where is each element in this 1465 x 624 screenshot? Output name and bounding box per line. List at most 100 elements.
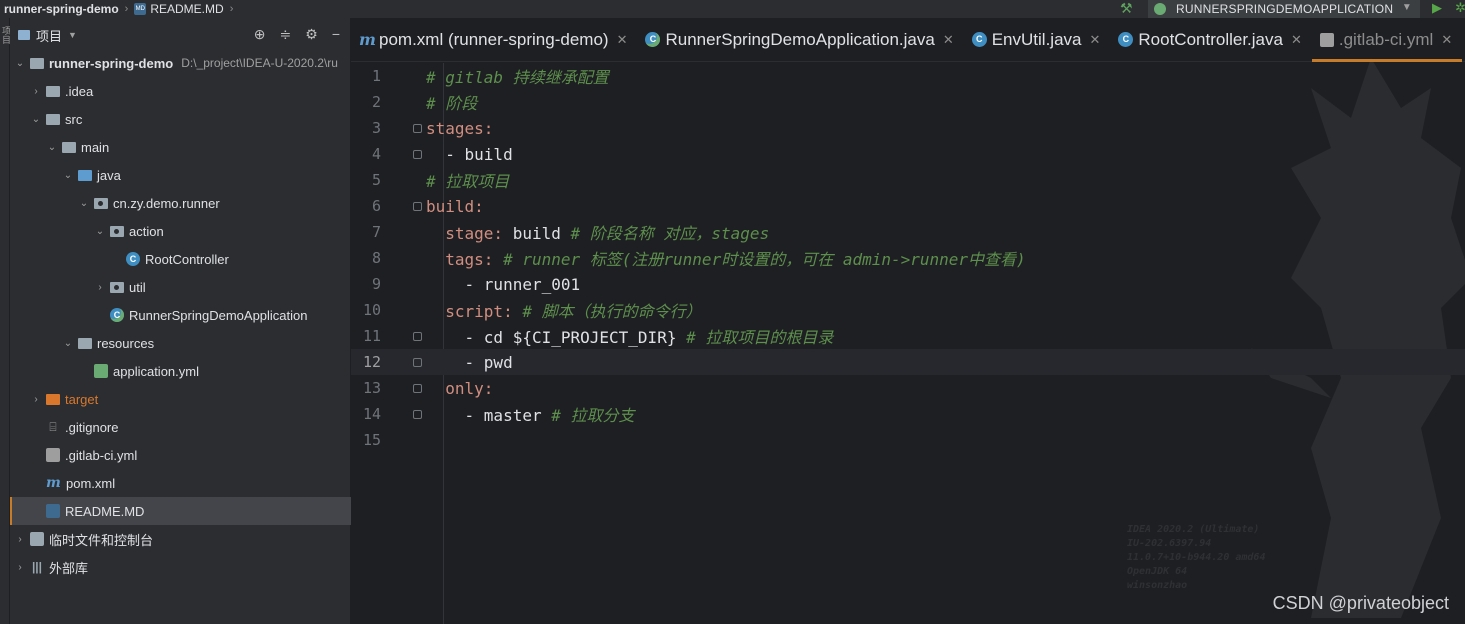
code-line: 1 # gitlab 持续继承配置 [351,63,1465,89]
chevron-down-icon: ▼ [1401,2,1412,13]
libraries-icon: ||| [31,560,43,574]
chevron-down-icon[interactable]: ⌄ [62,170,74,181]
tree-item-label: README.MD [65,503,145,519]
chevron-down-icon[interactable]: ⌄ [62,338,74,349]
tree-item-src[interactable]: ⌄ src [10,105,351,133]
chevron-down-icon[interactable]: ⌄ [78,198,90,209]
gitignore-icon: ⌸ [49,420,57,434]
tree-item-resources[interactable]: ⌄ resources [10,329,351,357]
tree-item-libraries[interactable]: › ||| 外部库 [10,553,351,581]
tab-pom[interactable]: m pom.xml (runner-spring-demo) ✕ [351,18,637,62]
run-configuration-select[interactable]: RUNNERSPRINGDEMOAPPLICATION ▼ [1148,0,1420,18]
chevron-down-icon[interactable]: ⌄ [14,58,26,69]
fold-icon[interactable] [413,357,422,367]
code-value: build [503,224,571,243]
yaml-icon [1319,32,1334,47]
breadcrumb-project[interactable]: runner-spring-demo [4,2,119,16]
tree-item-label: 临时文件和控制台 [49,532,154,548]
chevron-right-icon[interactable]: › [14,534,26,545]
tab-envutil[interactable]: C EnvUtil.java ✕ [964,18,1111,62]
tree-item-main[interactable]: ⌄ main [10,133,351,161]
chevron-right-icon[interactable]: › [14,562,26,573]
fold-icon[interactable] [413,123,422,133]
project-panel-header: 项目 ▼ ⊕ ≑ ⚙ − [10,18,350,52]
tree-item-appyml[interactable]: application.yml [10,357,351,385]
watermark-line: IU-202.6397.94 [1127,538,1212,549]
collapse-all-icon[interactable]: ≑ [280,26,292,43]
fold-icon[interactable] [413,331,422,341]
gear-icon[interactable]: ⚙ [305,26,318,43]
fold-icon[interactable] [413,409,422,419]
code-value: - cd ${CI_PROJECT_DIR} [426,328,687,347]
tree-item-java[interactable]: ⌄ java [10,161,351,189]
tree-item-idea[interactable]: › .idea [10,77,351,105]
tree-item-readme[interactable]: README.MD [10,497,351,525]
close-icon[interactable]: ✕ [1291,32,1302,48]
debug-icon[interactable]: ✲ [1455,0,1465,16]
tab-label: EnvUtil.java [991,29,1082,49]
tree-item-rootcontroller[interactable]: C RootController [10,245,351,273]
line-number: 11 [362,327,381,345]
breadcrumb: runner-spring-demo › MD README.MD › [0,2,235,16]
tree-item-target[interactable]: › target [10,385,351,413]
tree-item-label: runner-spring-demo [49,55,174,71]
project-panel-title[interactable]: 项目 [36,26,62,45]
tab-rootcontroller[interactable]: C RootController.java ✕ [1110,18,1311,62]
maven-icon: m [359,30,376,49]
tree-item-util[interactable]: › util [10,273,351,301]
chevron-down-icon[interactable]: ⌄ [94,226,106,237]
code-key: script: [426,302,513,321]
tree-item-label: src [65,111,83,127]
tree-item-label: target [65,391,99,407]
build-hammer-icon[interactable]: ⚒ [1120,0,1133,17]
fold-icon[interactable] [413,201,422,211]
ide-watermark: IDEA 2020.2 (Ultimate) IU-202.6397.94 11… [1127,523,1265,593]
tab-gitlab-ci[interactable]: .gitlab-ci.yml ✕ [1311,18,1463,62]
chevron-down-icon[interactable]: ⌄ [30,114,42,125]
code-text: stages: [426,118,494,138]
chevron-right-icon[interactable]: › [94,282,106,293]
minimize-icon[interactable]: − [332,26,340,43]
chevron-right-icon: › [229,3,234,15]
line-number: 8 [371,249,381,267]
tree-item-pom[interactable]: m pom.xml [10,469,351,497]
fold-icon[interactable] [413,383,422,393]
chevron-down-icon[interactable]: ⌄ [46,142,58,153]
breadcrumb-file[interactable]: README.MD [150,2,223,16]
chevron-right-icon[interactable]: › [30,394,42,405]
run-icon[interactable]: ▶ [1432,0,1442,16]
code-line: 3 stages: [351,115,1465,141]
watermark-line: OpenJDK 64 [1127,566,1188,577]
tree-item-root[interactable]: ⌄ runner-spring-demo D:\_project\IDEA-U-… [10,49,351,77]
class-icon: C [1118,32,1134,47]
tree-item-label: cn.zy.demo.runner [113,195,220,211]
tree-item-label: pom.xml [66,475,116,491]
chevron-down-icon[interactable]: ▼ [68,30,77,40]
tree-item-app[interactable]: C RunnerSpringDemoApplication [10,301,351,329]
code-line: 5 # 拉取项目 [351,167,1465,193]
code-comment: # 阶段名称 对应，stages [570,224,770,243]
close-icon[interactable]: ✕ [1089,32,1100,48]
close-icon[interactable]: ✕ [1441,32,1452,48]
spring-boot-icon [1154,3,1166,15]
close-icon[interactable]: ✕ [943,32,954,48]
tree-item-gitignore[interactable]: ⌸ .gitignore [10,413,351,441]
close-icon[interactable]: ✕ [617,32,628,48]
locate-icon[interactable]: ⊕ [254,26,266,43]
tab-label: RootController.java [1138,29,1283,49]
tab-runnerspringdemoapplication[interactable]: C RunnerSpringDemoApplication.java ✕ [637,18,963,62]
chevron-right-icon[interactable]: › [30,86,42,97]
code-key: tags: [426,250,494,269]
tree-item-action[interactable]: ⌄ action [10,217,351,245]
code-area[interactable]: 1 # gitlab 持续继承配置 2 # 阶段 3 stages: 4 - b… [351,63,1465,624]
line-number: 13 [362,379,381,397]
yaml-icon [46,448,60,462]
tree-item-label: application.yml [113,363,199,379]
project-panel: 项目 ▼ ⊕ ≑ ⚙ − ⌄ runner-spring-demo D:\_pr… [10,18,351,624]
tree-item-gitlabci[interactable]: .gitlab-ci.yml [10,441,351,469]
tree-item-scratches[interactable]: › 临时文件和控制台 [10,525,351,553]
tree-item-package[interactable]: ⌄ cn.zy.demo.runner [10,189,351,217]
fold-icon[interactable] [413,149,422,159]
folder-icon [46,113,60,125]
folder-icon [46,85,60,97]
